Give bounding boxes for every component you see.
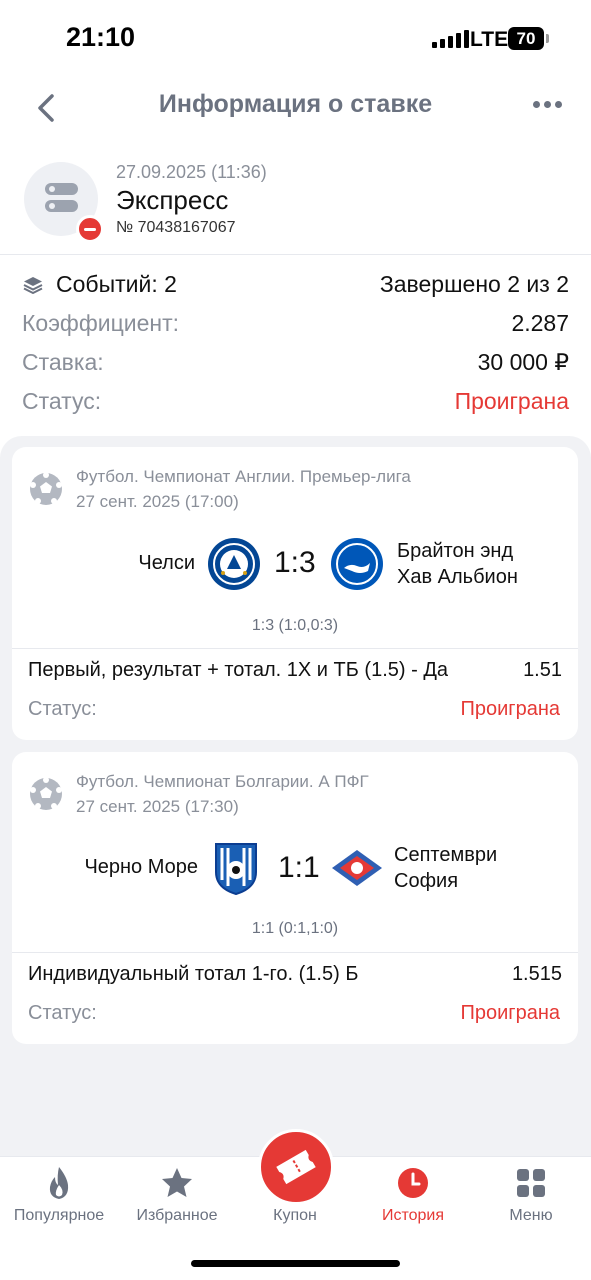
home-team: Челси	[138, 552, 195, 574]
layers-icon	[23, 276, 43, 294]
tab-label: Популярное	[13, 1207, 105, 1224]
coef-value: 2.287	[511, 310, 569, 336]
event-card[interactable]: Футбол. Чемпионат Англии. Премьер-лига 2…	[12, 447, 578, 740]
top-nav: Информация о ставке	[0, 80, 591, 130]
bet-header: 27.09.2025 (11:36) Экспресс № 7043816706…	[0, 155, 591, 255]
express-icon	[45, 183, 78, 217]
event-status-value: Проиграна	[460, 1002, 560, 1024]
divider	[12, 648, 578, 649]
market-odds: 1.515	[511, 963, 562, 985]
events-row: Событий: 2 Завершено 2 из 2	[22, 265, 569, 304]
tab-favorites[interactable]: Избранное	[118, 1157, 236, 1247]
event-status-label: Статус:	[28, 698, 97, 720]
tab-label: История	[381, 1207, 445, 1224]
page-title: Информация о ставке	[158, 90, 433, 118]
market-odds: 1.51	[523, 659, 562, 681]
bet-date: 27.09.2025 (11:36)	[116, 162, 267, 182]
event-status-value: Проиграна	[460, 698, 560, 720]
brighton-crest-icon	[331, 538, 383, 590]
bet-summary: Событий: 2 Завершено 2 из 2 Коэффициент:…	[22, 265, 569, 421]
stake-value: 30 000 ₽	[477, 349, 569, 375]
signal-icon	[432, 30, 469, 48]
tab-history[interactable]: История	[354, 1157, 472, 1247]
match-score: 1:1	[278, 851, 320, 884]
match-date: 27 сент. 2025 (17:30)	[76, 797, 239, 816]
coef-row: Коэффициент: 2.287	[22, 304, 569, 343]
tab-label: Избранное	[136, 1207, 218, 1224]
football-icon	[30, 472, 62, 505]
divider	[12, 952, 578, 953]
football-icon	[30, 777, 62, 810]
tab-menu[interactable]: Меню	[472, 1157, 590, 1247]
bet-type: Экспресс	[116, 185, 229, 215]
tab-popular[interactable]: Популярное	[0, 1157, 118, 1247]
score-detail: 1:1 (0:1,1:0)	[251, 920, 339, 937]
flame-icon	[49, 1167, 69, 1199]
more-options-button[interactable]	[533, 98, 563, 110]
tab-label: Меню	[509, 1207, 553, 1224]
event-status-label: Статус:	[28, 1002, 97, 1024]
stake-label: Ставка:	[22, 349, 104, 375]
coupon-button[interactable]	[258, 1129, 334, 1205]
away-team-line2: Хав Альбион	[397, 566, 518, 588]
chelsea-crest-icon	[208, 538, 260, 590]
league-name: Футбол. Чемпионат Болгарии. А ПФГ	[76, 772, 369, 791]
match-score: 1:3	[274, 546, 316, 579]
league-name: Футбол. Чемпионат Англии. Премьер-лига	[76, 467, 411, 486]
away-team-line2: София	[394, 870, 459, 892]
completed-count: Завершено 2 из 2	[379, 271, 569, 297]
bet-number: № 70438167067	[116, 219, 236, 236]
away-team-line1: Брайтон энд	[397, 540, 514, 562]
clock-icon	[398, 1168, 428, 1198]
away-team-line1: Септември	[394, 844, 498, 866]
more-dots-icon	[533, 100, 540, 108]
battery-icon: 70	[508, 27, 549, 50]
ticket-icon	[276, 1149, 316, 1185]
match-date: 27 сент. 2025 (17:00)	[76, 492, 239, 511]
coef-label: Коэффициент:	[22, 310, 180, 336]
events-count: Событий: 2	[56, 271, 177, 297]
stake-row: Ставка: 30 000 ₽	[22, 343, 569, 382]
septemvri-crest-icon	[332, 850, 382, 886]
status-bar: 21:10 LTE 70	[0, 0, 591, 80]
status-row: Статус: Проиграна	[22, 382, 569, 421]
cherno-more-crest-icon	[215, 843, 257, 896]
network-type: LTE	[470, 28, 509, 51]
star-icon	[162, 1168, 192, 1197]
market-name: Первый, результат + тотал. 1Х и ТБ (1.5)…	[28, 659, 448, 681]
status-label: Статус:	[22, 388, 102, 414]
score-detail: 1:3 (1:0,0:3)	[251, 617, 339, 634]
event-card[interactable]: Футбол. Чемпионат Болгарии. А ПФГ 27 сен…	[12, 752, 578, 1044]
tab-coupon[interactable]: Купон	[236, 1129, 354, 1247]
market-name: Индивидуальный тотал 1-го. (1.5) Б	[28, 963, 359, 985]
tab-label: Купон	[273, 1207, 317, 1224]
home-team: Черно Море	[84, 856, 198, 878]
status-time: 21:10	[66, 22, 136, 52]
status-value: Проиграна	[454, 388, 569, 414]
home-indicator[interactable]	[191, 1260, 400, 1267]
lost-badge-icon	[76, 215, 104, 243]
grid-icon	[517, 1169, 545, 1197]
